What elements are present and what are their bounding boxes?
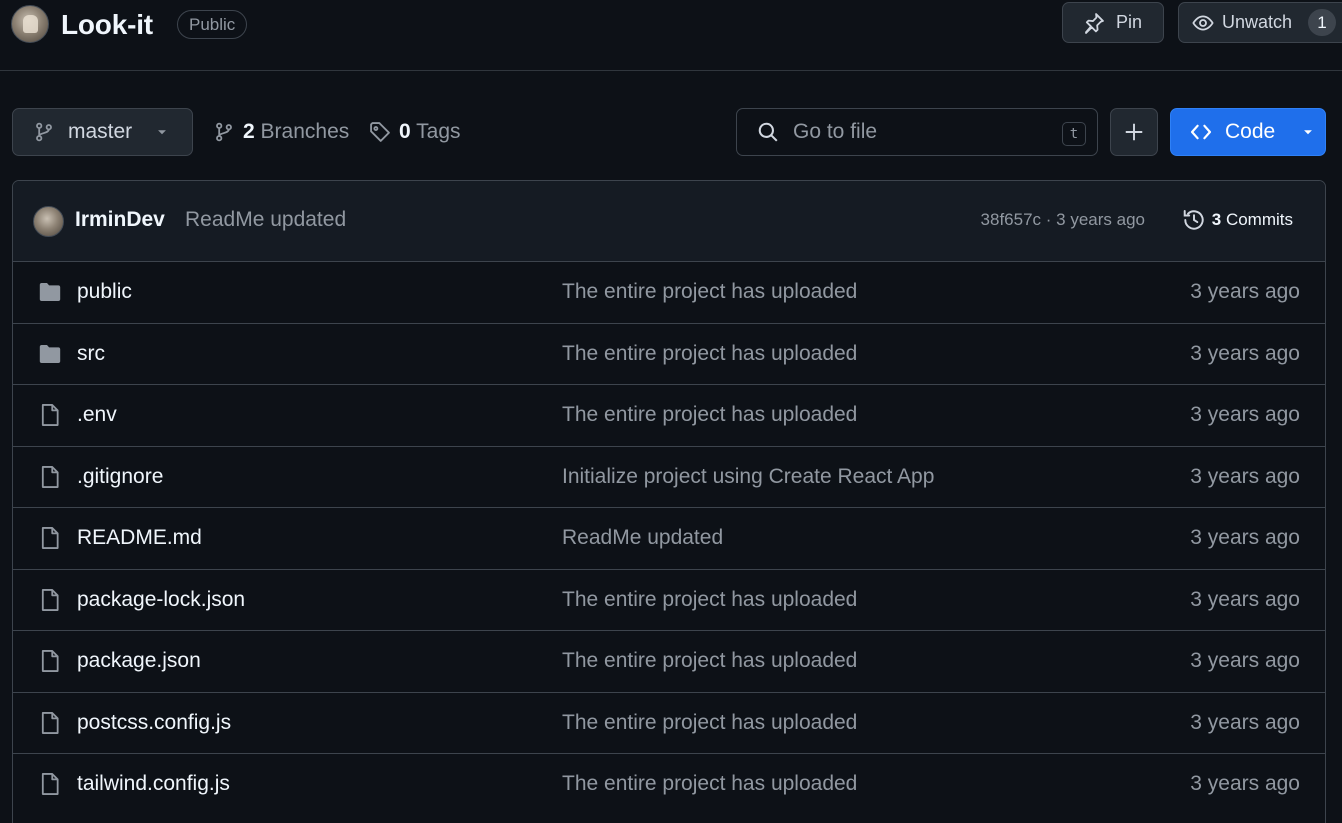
table-row[interactable]: tailwind.config.js The entire project ha… (13, 754, 1325, 816)
file-commit-message[interactable]: The entire project has uploaded (562, 772, 857, 796)
file-last-updated: 3 years ago (1190, 649, 1300, 672)
file-last-updated: 3 years ago (1190, 464, 1300, 488)
file-last-updated: 3 years ago (1190, 710, 1300, 734)
branches-label: Branches (260, 120, 350, 143)
unwatch-label: Unwatch (1222, 12, 1293, 32)
add-file-button[interactable] (1110, 108, 1158, 156)
file-last-updated: 3 years ago (1190, 587, 1300, 611)
keyboard-shortcut-hint: t (1062, 122, 1086, 146)
table-row[interactable]: package.json The entire project has uplo… (13, 631, 1325, 693)
table-row[interactable]: .env The entire project has uploaded 3 y… (13, 385, 1325, 447)
code-button[interactable]: Code (1170, 108, 1326, 156)
pin-label: Pin (1116, 12, 1143, 32)
repo-name[interactable]: Look-it (61, 6, 153, 44)
file-last-updated: 3 years ago (1190, 403, 1300, 426)
plus-icon (1123, 121, 1145, 143)
visibility-badge: Public (177, 10, 248, 39)
eye-icon (1192, 12, 1214, 34)
repo-header: Look-it Public Pin Unwatch 1 (0, 0, 1342, 71)
owner-avatar[interactable] (11, 5, 49, 43)
file-last-updated: 3 years ago (1190, 280, 1300, 303)
table-row[interactable]: package-lock.json The entire project has… (13, 570, 1325, 631)
git-branch-icon (213, 121, 235, 143)
table-row[interactable]: public The entire project has uploaded 3… (13, 262, 1325, 324)
table-row[interactable]: README.md ReadMe updated 3 years ago (13, 508, 1325, 570)
file-commit-message[interactable]: The entire project has uploaded (562, 280, 857, 304)
commit-author[interactable]: IrminDev (75, 208, 165, 232)
code-label: Code (1225, 120, 1276, 143)
file-name[interactable]: package-lock.json (77, 588, 245, 612)
file-last-updated: 3 years ago (1190, 341, 1300, 365)
tag-icon (369, 121, 391, 143)
file-name[interactable]: src (77, 342, 105, 366)
file-commit-message[interactable]: The entire project has uploaded (562, 588, 857, 612)
file-list: public The entire project has uploaded 3… (13, 262, 1325, 816)
branch-selector[interactable]: master (12, 108, 193, 156)
pin-icon (1083, 12, 1105, 34)
file-last-updated: 3 years ago (1190, 772, 1300, 795)
file-icon (37, 588, 63, 612)
file-table: IrminDev ReadMe updated 38f657c · 3 year… (12, 180, 1326, 823)
file-icon (37, 465, 63, 489)
go-to-file-search[interactable]: t (736, 108, 1098, 156)
table-row[interactable]: src The entire project has uploaded 3 ye… (13, 324, 1325, 385)
file-commit-message[interactable]: Initialize project using Create React Ap… (562, 465, 934, 489)
file-commit-message[interactable]: The entire project has uploaded (562, 342, 857, 366)
git-branch-icon (33, 121, 55, 143)
code-icon (1189, 121, 1213, 143)
file-name[interactable]: public (77, 280, 132, 304)
unwatch-button[interactable]: Unwatch 1 (1178, 2, 1342, 43)
tags-label: Tags (416, 120, 461, 143)
file-commit-message[interactable]: The entire project has uploaded (562, 403, 857, 427)
chevron-down-icon (1301, 125, 1315, 139)
pin-button[interactable]: Pin (1062, 2, 1164, 43)
latest-commit-bar: IrminDev ReadMe updated 38f657c · 3 year… (13, 181, 1325, 262)
file-icon (37, 649, 63, 673)
branch-name: master (68, 120, 133, 143)
file-name[interactable]: postcss.config.js (77, 711, 231, 735)
chevron-down-icon (155, 125, 169, 139)
search-icon (757, 121, 779, 143)
branches-count: 2 (243, 120, 255, 143)
table-row[interactable]: postcss.config.js The entire project has… (13, 693, 1325, 754)
commits-history-link[interactable]: 3 Commits (1182, 208, 1293, 232)
commit-message[interactable]: ReadMe updated (185, 208, 346, 232)
file-icon (37, 711, 63, 735)
file-icon (37, 772, 63, 796)
file-icon (37, 526, 63, 550)
folder-icon (37, 342, 63, 366)
file-name[interactable]: .env (77, 403, 117, 427)
file-commit-message[interactable]: The entire project has uploaded (562, 711, 857, 735)
file-name[interactable]: README.md (77, 526, 202, 550)
file-last-updated: 3 years ago (1190, 526, 1300, 549)
go-to-file-input[interactable] (793, 120, 1043, 144)
tags-count: 0 (399, 120, 411, 143)
file-icon (37, 403, 63, 427)
history-icon (1182, 208, 1206, 232)
file-commit-message[interactable]: The entire project has uploaded (562, 649, 857, 673)
commits-label: Commits (1225, 210, 1293, 229)
folder-icon (37, 280, 63, 304)
commit-hash-time[interactable]: 38f657c · 3 years ago (981, 210, 1145, 230)
watch-count-badge: 1 (1308, 9, 1337, 36)
tags-link[interactable]: 0 Tags (369, 116, 461, 148)
table-row[interactable]: .gitignore Initialize project using Crea… (13, 447, 1325, 508)
file-name[interactable]: .gitignore (77, 465, 163, 489)
file-commit-message[interactable]: ReadMe updated (562, 526, 723, 550)
avatar[interactable] (33, 206, 64, 237)
file-name[interactable]: tailwind.config.js (77, 772, 230, 796)
file-name[interactable]: package.json (77, 649, 201, 673)
branches-link[interactable]: 2 Branches (213, 116, 349, 148)
commits-count: 3 (1211, 210, 1222, 229)
